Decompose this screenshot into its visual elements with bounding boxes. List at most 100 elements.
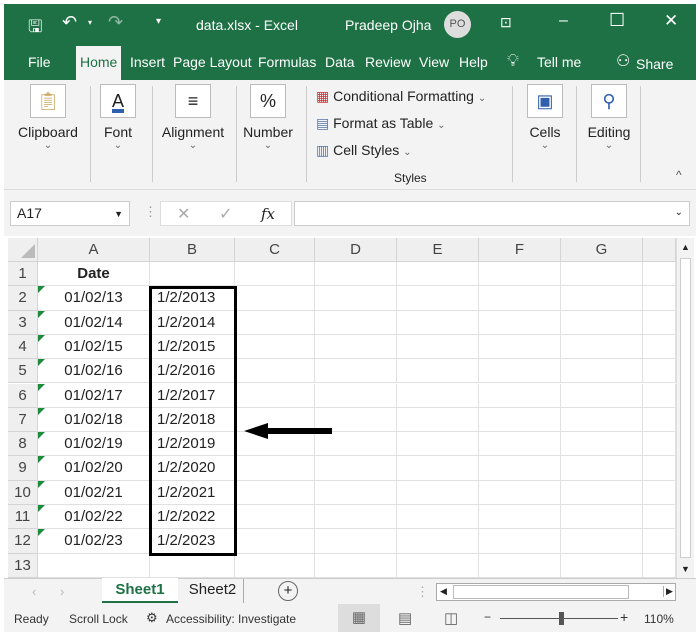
minimize-icon[interactable]: – <box>559 12 568 30</box>
cell-d5[interactable] <box>315 359 397 384</box>
cell-e13[interactable] <box>397 553 479 578</box>
row-header-5[interactable]: 5 <box>8 359 38 384</box>
undo-dropdown-icon[interactable]: ▾ <box>88 18 92 27</box>
cell-a12[interactable]: 01/02/23 <box>38 529 150 554</box>
cell-a5[interactable]: 01/02/16 <box>38 359 150 384</box>
enter-icon[interactable]: ✓ <box>219 204 232 224</box>
cell-e9[interactable] <box>397 456 479 481</box>
cell-f7[interactable] <box>479 407 561 433</box>
cell-e11[interactable] <box>397 505 479 530</box>
vertical-scrollbar[interactable]: ▲ ▼ <box>676 238 694 578</box>
cell-c12[interactable] <box>235 529 315 554</box>
cell-d2[interactable] <box>315 286 397 311</box>
sheet-tab-sheet2[interactable]: Sheet2 <box>182 579 244 603</box>
cell-h7[interactable] <box>643 407 676 433</box>
name-box[interactable]: A17 ▼ <box>10 201 130 226</box>
error-indicator-icon[interactable] <box>38 456 45 464</box>
cell-e10[interactable] <box>397 480 479 505</box>
cell-g11[interactable] <box>561 505 643 530</box>
cell-g1[interactable] <box>561 262 643 287</box>
normal-view-icon[interactable]: ▦ <box>338 604 380 632</box>
tab-file[interactable]: File <box>28 54 51 70</box>
cell-c3[interactable] <box>235 310 315 335</box>
cell-e3[interactable] <box>397 310 479 335</box>
cell-d3[interactable] <box>315 310 397 335</box>
cell-styles-button[interactable]: ▥ Cell Styles ⌄ <box>316 142 412 159</box>
cell-d1[interactable] <box>315 262 397 287</box>
save-icon[interactable]: 🖫 <box>28 14 42 43</box>
cell-g4[interactable] <box>561 334 643 360</box>
error-indicator-icon[interactable] <box>38 334 45 342</box>
column-header-f[interactable]: F <box>479 238 561 262</box>
cell-c11[interactable] <box>235 505 315 530</box>
zoom-in-icon[interactable]: + <box>620 609 628 625</box>
tab-view[interactable]: View <box>419 54 449 70</box>
error-indicator-icon[interactable] <box>38 286 45 294</box>
cell-d4[interactable] <box>315 334 397 360</box>
cell-f13[interactable] <box>479 553 561 578</box>
cell-h11[interactable] <box>643 505 676 530</box>
cell-a2[interactable]: 01/02/13 <box>38 286 150 311</box>
cell-e5[interactable] <box>397 359 479 384</box>
cell-c5[interactable] <box>235 359 315 384</box>
number-group[interactable]: % Number ⌄ <box>242 80 294 151</box>
cell-f2[interactable] <box>479 286 561 311</box>
cell-e8[interactable] <box>397 432 479 457</box>
row-header-10[interactable]: 10 <box>8 480 38 505</box>
row-header-12[interactable]: 12 <box>8 529 38 554</box>
formula-input[interactable]: ⌄ <box>294 201 690 226</box>
sheet-tab-sheet1[interactable]: Sheet1 <box>102 578 178 603</box>
row-header-6[interactable]: 6 <box>8 383 38 408</box>
cell-h6[interactable] <box>643 383 676 408</box>
cell-d6[interactable] <box>315 383 397 408</box>
cell-h1[interactable] <box>643 262 676 287</box>
cell-f10[interactable] <box>479 480 561 505</box>
cell-g9[interactable] <box>561 456 643 481</box>
cell-a4[interactable]: 01/02/15 <box>38 334 150 360</box>
redo-icon[interactable]: ↷ <box>108 12 123 33</box>
cell-a11[interactable]: 01/02/22 <box>38 505 150 530</box>
cell-g5[interactable] <box>561 359 643 384</box>
row-header-8[interactable]: 8 <box>8 432 38 457</box>
column-header-b[interactable]: B <box>150 238 235 262</box>
error-indicator-icon[interactable] <box>38 383 45 391</box>
cell-d9[interactable] <box>315 456 397 481</box>
cell-a7[interactable]: 01/02/18 <box>38 407 150 433</box>
cell-b1[interactable] <box>150 262 235 287</box>
tell-me-search[interactable]: Tell me <box>537 54 581 70</box>
cell-f12[interactable] <box>479 529 561 554</box>
column-header-d[interactable]: D <box>315 238 397 262</box>
error-indicator-icon[interactable] <box>38 407 45 415</box>
maximize-icon[interactable]: ☐ <box>609 10 625 31</box>
alignment-group[interactable]: ≡ Alignment ⌄ <box>156 80 230 151</box>
cell-e6[interactable] <box>397 383 479 408</box>
cell-d12[interactable] <box>315 529 397 554</box>
tab-help[interactable]: Help <box>459 54 488 70</box>
tab-insert[interactable]: Insert <box>130 54 165 70</box>
cell-f6[interactable] <box>479 383 561 408</box>
cell-e2[interactable] <box>397 286 479 311</box>
horizontal-scrollbar[interactable]: ◀ ▶ <box>436 583 676 601</box>
row-header-7[interactable]: 7 <box>8 407 38 433</box>
cell-a8[interactable]: 01/02/19 <box>38 432 150 457</box>
scroll-thumb[interactable] <box>680 258 691 558</box>
tab-review[interactable]: Review <box>365 54 411 70</box>
cell-h13[interactable] <box>643 553 676 578</box>
cell-c10[interactable] <box>235 480 315 505</box>
page-layout-view-icon[interactable]: ▤ <box>398 609 412 627</box>
close-icon[interactable]: ✕ <box>664 11 678 31</box>
cell-g10[interactable] <box>561 480 643 505</box>
cell-f1[interactable] <box>479 262 561 287</box>
cell-e1[interactable] <box>397 262 479 287</box>
cell-e12[interactable] <box>397 529 479 554</box>
cell-a3[interactable]: 01/02/14 <box>38 310 150 335</box>
cell-d10[interactable] <box>315 480 397 505</box>
font-group[interactable]: A Font ⌄ <box>98 80 138 151</box>
cell-c2[interactable] <box>235 286 315 311</box>
cells-group[interactable]: ▣ Cells ⌄ <box>522 80 568 151</box>
undo-icon[interactable]: ↶ <box>62 12 77 33</box>
scroll-up-icon[interactable]: ▲ <box>681 242 690 252</box>
cell-g2[interactable] <box>561 286 643 311</box>
column-header-h[interactable] <box>643 238 676 262</box>
error-indicator-icon[interactable] <box>38 359 45 367</box>
